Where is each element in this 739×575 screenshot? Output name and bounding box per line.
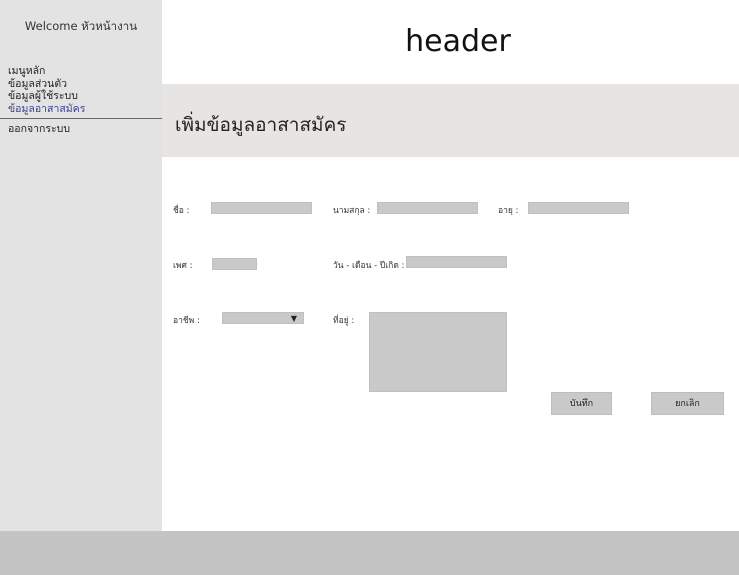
sidebar-item-main-menu[interactable]: เมนูหลัก <box>0 65 162 78</box>
first-name-input[interactable] <box>212 208 311 219</box>
age-field[interactable] <box>528 202 629 219</box>
age-label: อายุ : <box>498 206 519 216</box>
age-input[interactable] <box>529 208 628 219</box>
header: header <box>162 0 739 84</box>
chevron-down-icon[interactable]: ▼ <box>291 314 297 324</box>
birthdate-input[interactable] <box>407 262 506 273</box>
header-title: header <box>405 24 511 59</box>
birthdate-field[interactable] <box>406 256 507 273</box>
welcome-text: Welcome หัวหน้างาน <box>24 19 138 33</box>
sidebar-item-volunteers[interactable]: ข้อมูลอาสาสมัคร <box>0 103 162 116</box>
menu-divider <box>0 118 162 119</box>
first-name-label: ชื่อ : <box>173 206 190 216</box>
page-title-bar: เพิ่มข้อมูลอาสาสมัคร <box>162 84 739 157</box>
save-button[interactable]: บันทึก <box>551 392 612 415</box>
footer <box>0 531 739 575</box>
sidebar-item-logout[interactable]: ออกจากระบบ <box>0 123 162 136</box>
occupation-label: อาชีพ : <box>173 316 200 326</box>
sidebar-menu: เมนูหลัก ข้อมูลส่วนตัว ข้อมูลผู้ใช้ระบบ … <box>0 65 162 136</box>
sidebar-item-personal-info[interactable]: ข้อมูลส่วนตัว <box>0 78 162 91</box>
last-name-input[interactable] <box>378 208 477 219</box>
occupation-select[interactable]: ▼ <box>222 312 304 324</box>
form-area: ชื่อ : นามสกุล : อายุ : เพศ : วัน - เดือ… <box>162 157 739 531</box>
gender-field[interactable] <box>212 258 257 275</box>
birthdate-label: วัน - เดือน - ปีเกิด : <box>333 261 405 271</box>
last-name-label: นามสกุล : <box>333 206 371 216</box>
sidebar: Welcome หัวหน้างาน เมนูหลัก ข้อมูลส่วนตั… <box>0 0 162 531</box>
address-textarea[interactable] <box>369 312 507 392</box>
page-title: เพิ่มข้อมูลอาสาสมัคร <box>175 114 347 136</box>
last-name-field[interactable] <box>377 202 478 219</box>
address-label: ที่อยู่ : <box>333 316 355 326</box>
gender-input[interactable] <box>213 264 256 275</box>
gender-label: เพศ : <box>173 261 193 271</box>
cancel-button[interactable]: ยกเลิก <box>651 392 724 415</box>
sidebar-item-system-users[interactable]: ข้อมูลผู้ใช้ระบบ <box>0 90 162 103</box>
first-name-field[interactable] <box>211 202 312 219</box>
